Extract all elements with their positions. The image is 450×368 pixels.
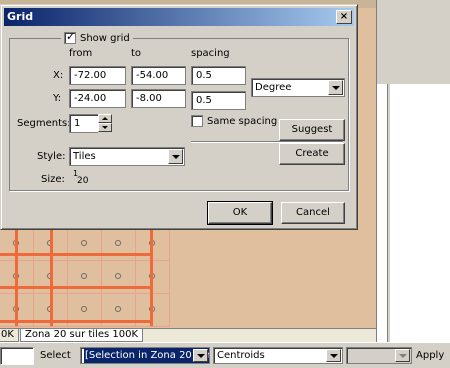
chevron-down-icon — [395, 349, 410, 362]
grid-cell — [68, 261, 102, 294]
tile-boundary-line — [15, 228, 18, 326]
grid-dialog: Grid × ✓ Show grid from to spacing X: -7… — [0, 4, 358, 230]
style-combo[interactable]: Tiles — [69, 147, 185, 166]
centroid-dot — [115, 306, 121, 312]
same-spacing-checkbox[interactable] — [191, 115, 203, 127]
centroids-value: Centroids — [217, 350, 265, 361]
x-from-field[interactable]: -72.00 — [69, 66, 126, 85]
dialog-title: Grid — [7, 10, 34, 23]
size-label: Size: — [41, 174, 65, 185]
unit-value: Degree — [255, 82, 292, 93]
select-label: Select — [40, 350, 71, 361]
column-to-label: to — [131, 48, 142, 59]
centroid-dot — [81, 306, 87, 312]
disabled-combo — [346, 347, 412, 364]
show-grid-checkbox[interactable]: ✓ — [64, 30, 76, 44]
grid-cell — [136, 261, 170, 294]
y-from-field[interactable]: -24.00 — [69, 89, 126, 108]
x-label: X: — [53, 70, 64, 81]
layer-tab-bar: 0K Zona 20 sur tiles 100K — [0, 328, 376, 342]
tile-boundary-line — [0, 286, 153, 289]
segments-label: Segments: — [17, 118, 71, 129]
side-panel — [376, 0, 450, 342]
grid-cell — [68, 228, 102, 261]
style-label: Style: — [37, 151, 66, 162]
column-spacing-label: spacing — [191, 48, 230, 59]
centroid-dot — [81, 240, 87, 246]
segments-stepper[interactable] — [98, 114, 112, 133]
chevron-down-icon[interactable] — [193, 349, 208, 362]
side-panel-header — [377, 0, 450, 84]
column-from-label: from — [69, 48, 93, 59]
apply-button[interactable]: Apply — [416, 347, 444, 365]
y-to-field[interactable]: -8.00 — [131, 89, 186, 108]
grid-cell — [102, 261, 136, 294]
dialog-titlebar[interactable]: Grid × — [4, 8, 354, 26]
x-spacing-field[interactable]: 0.5 — [191, 66, 246, 85]
grid-cell — [136, 228, 170, 261]
tile-boundary-line — [0, 320, 153, 323]
select-input[interactable] — [0, 347, 34, 365]
chevron-down-icon[interactable] — [168, 149, 183, 164]
suggest-button[interactable]: Suggest — [279, 119, 345, 141]
selection-combo[interactable]: [Selection in Zona 20 sur — [80, 347, 210, 364]
same-spacing-label: Same spacing — [207, 115, 278, 127]
selection-value: [Selection in Zona 20 sur — [83, 348, 210, 363]
show-grid-checkbox-row[interactable]: ✓ Show grid — [61, 30, 133, 45]
side-panel-content — [391, 84, 450, 342]
side-panel-splitter[interactable] — [387, 84, 390, 342]
y-label: Y: — [53, 93, 62, 104]
status-bar: Select [Selection in Zona 20 sur Centroi… — [0, 342, 450, 368]
x-to-field[interactable]: -54.00 — [131, 66, 186, 85]
size-denominator: 20 — [77, 176, 89, 186]
centroid-dot — [115, 240, 121, 246]
create-button[interactable]: Create — [279, 143, 345, 165]
centroid-dot — [115, 273, 121, 279]
tab-zona-20-sur-tiles[interactable]: Zona 20 sur tiles 100K — [20, 329, 144, 342]
stepper-up-icon[interactable] — [98, 114, 112, 123]
segments-field[interactable]: 1 — [69, 114, 100, 133]
grid-cell — [102, 228, 136, 261]
cancel-button[interactable]: Cancel — [281, 202, 345, 224]
show-grid-label: Show grid — [80, 32, 130, 44]
checkmark-icon: ✓ — [66, 30, 76, 43]
show-grid-group — [9, 38, 349, 191]
ok-button[interactable]: OK — [207, 201, 273, 225]
tile-boundary-line — [0, 253, 153, 256]
close-icon[interactable]: × — [336, 10, 352, 24]
centroids-combo[interactable]: Centroids — [213, 347, 343, 364]
tile-boundary-line — [150, 228, 153, 326]
tab-partial[interactable]: 0K — [0, 329, 19, 342]
unit-combo[interactable]: Degree — [251, 78, 345, 97]
y-spacing-field[interactable]: 0.5 — [191, 91, 246, 110]
style-value: Tiles — [73, 151, 96, 162]
tile-boundary-line — [50, 228, 53, 326]
centroid-dot — [81, 273, 87, 279]
chevron-down-icon[interactable] — [328, 80, 343, 95]
chevron-down-icon[interactable] — [326, 349, 341, 362]
same-spacing-row[interactable]: Same spacing — [191, 115, 277, 127]
stepper-down-icon[interactable] — [98, 123, 112, 132]
